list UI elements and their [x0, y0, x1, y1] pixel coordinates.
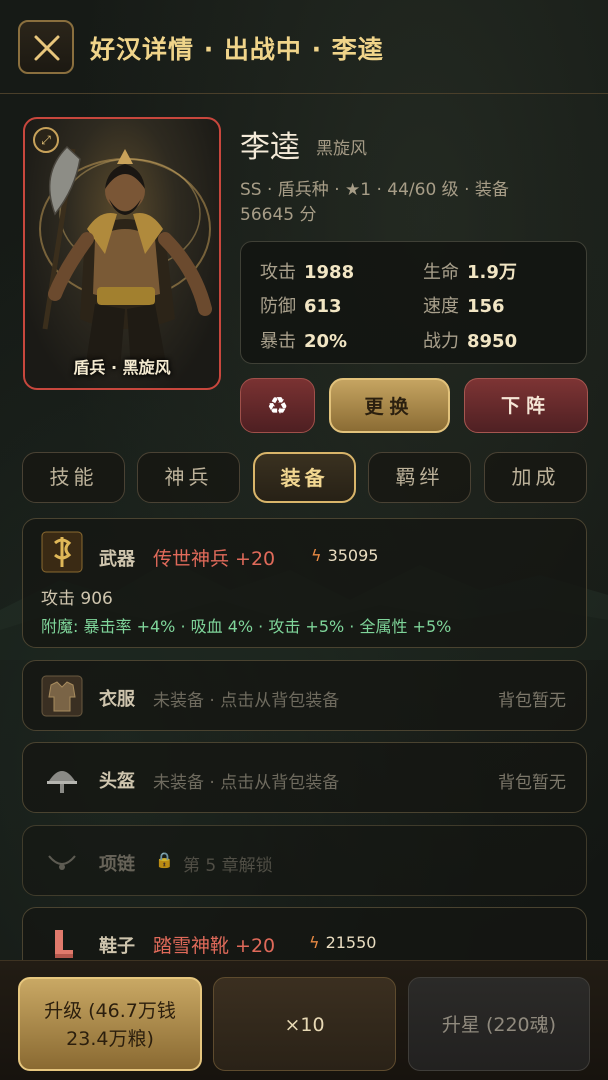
- tab-skills[interactable]: 技能: [22, 452, 125, 503]
- unlock-condition: 第 5 章解锁: [183, 856, 273, 876]
- swap-button[interactable]: 更换: [329, 378, 450, 433]
- stat-label: 战力: [423, 331, 459, 352]
- lock-icon: 🔒: [155, 851, 174, 869]
- stat-attack: 攻击 1988: [260, 258, 354, 284]
- page-title: 好汉详情 · 出战中 · 李逵: [90, 35, 384, 64]
- tab-equipment[interactable]: 装备: [253, 452, 356, 503]
- stat-value: 20%: [304, 331, 348, 352]
- equip-item-name: 传世神兵 +20: [153, 548, 276, 570]
- stat-value: 613: [304, 296, 342, 317]
- equip-power-value: 35095: [327, 546, 379, 565]
- remove-button[interactable]: 下阵: [464, 378, 588, 433]
- equip-row-weapon[interactable]: 武器 传世神兵 +20 ϟ 35095 攻击 906 附魔: 暴击率 +4% · …: [22, 518, 587, 648]
- stat-label: 暴击: [260, 331, 296, 352]
- bag-empty-note: 背包暂无: [498, 691, 566, 711]
- stat-label: 速度: [423, 296, 459, 317]
- stat-defense: 防御 613: [260, 292, 342, 318]
- necklace-icon: [48, 855, 76, 870]
- stat-label: 攻击: [260, 262, 296, 283]
- close-icon: [34, 35, 60, 61]
- stat-speed: 速度 156: [423, 292, 505, 318]
- hero-portrait[interactable]: ⤢ 盾兵 · 黑旋风: [23, 117, 221, 390]
- equip-slot-label: 衣服: [99, 689, 135, 710]
- recycle-icon: ♻: [266, 392, 289, 420]
- weapon-icon: [41, 531, 83, 573]
- stat-label: 防御: [260, 296, 296, 317]
- equip-empty-note: 未装备 · 点击从背包装备: [153, 691, 340, 711]
- hero-name: 李逵: [240, 130, 300, 165]
- equip-slot-label: 项链: [99, 854, 135, 875]
- stat-hp: 生命 1.9万: [423, 258, 517, 284]
- equip-item-name: 踏雪神靴 +20: [153, 935, 276, 957]
- hero-meta: SS · 盾兵种 · ★1 · 44/60 级 · 装备 56645 分: [240, 180, 509, 225]
- stat-value: 1988: [304, 262, 355, 283]
- equip-slot-label: 武器: [99, 549, 135, 570]
- helmet-icon: [47, 771, 77, 793]
- armor-icon: [41, 675, 83, 717]
- equip-slot-label: 鞋子: [99, 936, 135, 957]
- equip-power-value: 21550: [325, 933, 377, 952]
- stat-value: 1.9万: [467, 262, 517, 283]
- upgrade-cost-money: 升级 (46.7万钱: [44, 1000, 176, 1022]
- equip-main-stat: 攻击 906: [41, 589, 113, 609]
- tab-bonus[interactable]: 加成: [484, 452, 587, 503]
- stats-panel: 攻击 1988 生命 1.9万 防御 613 速度 156 暴击 20% 战力 8950: [240, 241, 587, 364]
- portrait-caption: 盾兵 · 黑旋风: [73, 358, 171, 377]
- upgrade-button[interactable]: 升级 (46.7万钱 23.4万粮): [18, 977, 202, 1071]
- stat-power: 战力 8950: [423, 327, 517, 353]
- upgrade-x10-button[interactable]: ×10: [213, 977, 396, 1071]
- equip-power: ϟ 35095: [311, 546, 378, 565]
- bolt-icon: ϟ: [311, 546, 322, 565]
- hero-nickname: 黑旋风: [316, 139, 367, 159]
- tab-divine-weapon[interactable]: 神兵: [137, 452, 240, 503]
- star-up-button[interactable]: 升星 (220魂): [408, 977, 590, 1071]
- stat-value: 156: [467, 296, 505, 317]
- equip-row-armor[interactable]: 衣服 未装备 · 点击从背包装备 背包暂无: [22, 660, 587, 731]
- equip-row-helmet[interactable]: 头盔 未装备 · 点击从背包装备 背包暂无: [22, 742, 587, 813]
- bolt-icon: ϟ: [309, 933, 320, 952]
- expand-icon[interactable]: ⤢: [33, 127, 59, 153]
- tab-bonds[interactable]: 羁绊: [368, 452, 471, 503]
- equip-power: ϟ 21550: [309, 933, 376, 952]
- equip-enchant: 附魔: 暴击率 +4% · 吸血 4% · 攻击 +5% · 全属性 +5%: [41, 617, 452, 636]
- stat-crit: 暴击 20%: [260, 327, 347, 353]
- stat-value: 8950: [467, 331, 518, 352]
- equip-slot-label: 头盔: [99, 771, 135, 792]
- header: 好汉详情 · 出战中 · 李逵: [0, 0, 608, 94]
- hero-illustration: [39, 145, 212, 369]
- upgrade-cost-grain: 23.4万粮): [66, 1028, 154, 1050]
- close-button[interactable]: [18, 20, 74, 74]
- equip-row-necklace: 项链 🔒 第 5 章解锁: [22, 825, 587, 896]
- boots-icon: [55, 930, 73, 958]
- stat-label: 生命: [423, 262, 459, 283]
- equip-empty-note: 未装备 · 点击从背包装备: [153, 773, 340, 793]
- bag-empty-note: 背包暂无: [498, 773, 566, 793]
- recycle-button[interactable]: ♻: [240, 378, 315, 433]
